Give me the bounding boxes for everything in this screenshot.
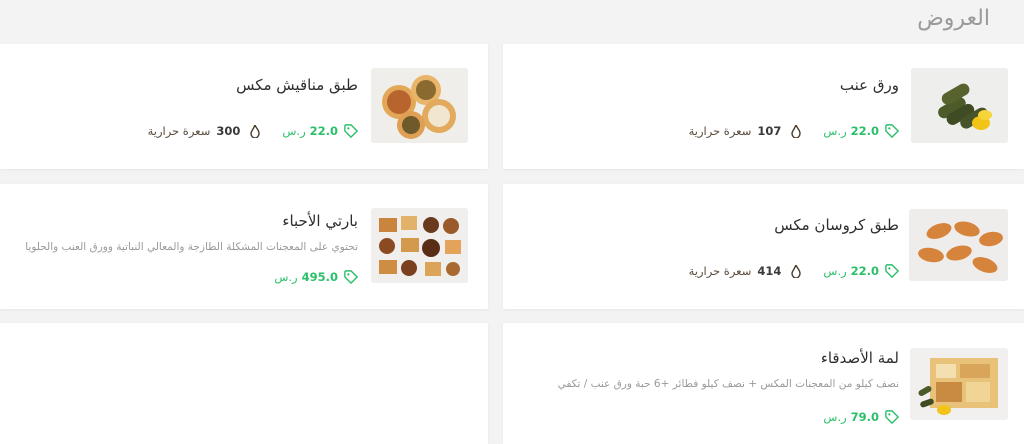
price-currency: ر.س bbox=[282, 124, 306, 138]
offer-name[interactable]: بارتي الأحباء bbox=[282, 212, 358, 230]
price-amount: 22.0 bbox=[850, 124, 879, 138]
offer-description: تحتوي على المعجنات المشكلة الطازجة والمع… bbox=[25, 241, 358, 253]
price: 22.0 ر.س bbox=[823, 124, 899, 138]
price-currency: ر.س bbox=[823, 124, 847, 138]
offer-image[interactable] bbox=[911, 68, 1008, 143]
calories: 414 سعرة حرارية bbox=[689, 264, 802, 278]
offer-card-croissant[interactable]: طبق كروسان مكس 22.0 ر.س 414 سعرة حرارية bbox=[503, 184, 1024, 309]
tag-icon bbox=[885, 410, 899, 424]
calories-value: 107 bbox=[757, 124, 782, 138]
price: 22.0 ر.س bbox=[282, 124, 358, 138]
offer-description-line: نصف كيلو من المعجنات المكس + نصف كيلو فط… bbox=[557, 378, 899, 390]
price-currency: ر.س bbox=[823, 410, 847, 424]
price-amount: 22.0 bbox=[309, 124, 338, 138]
price-currency: ر.س bbox=[274, 270, 298, 284]
tag-icon bbox=[885, 264, 899, 278]
offer-info: طبق كروسان مكس 22.0 ر.س 414 سعرة حرارية bbox=[513, 184, 899, 309]
flame-icon bbox=[791, 264, 802, 278]
tag-icon bbox=[344, 124, 358, 138]
flame-icon bbox=[791, 124, 802, 138]
price: 22.0 ر.س bbox=[823, 264, 899, 278]
tag-icon bbox=[344, 270, 358, 284]
tag-icon bbox=[885, 124, 899, 138]
offer-image[interactable] bbox=[909, 209, 1008, 281]
offer-card-grape-leaves[interactable]: ورق عنب 22.0 ر.س 107 سعرة حرارية bbox=[503, 44, 1024, 169]
offer-info: لمة الأصدقاء نصف كيلو من المعجنات المكس … bbox=[513, 323, 899, 444]
calories-value: 414 bbox=[757, 264, 782, 278]
calories: 300 سعرة حرارية bbox=[148, 124, 261, 138]
price-amount: 22.0 bbox=[850, 264, 879, 278]
offer-description: نصف كيلو من المعجنات المكس + نصف كيلو فط… bbox=[558, 378, 899, 392]
offer-card-empty bbox=[0, 323, 488, 444]
offer-image[interactable] bbox=[910, 348, 1008, 420]
flame-icon bbox=[250, 124, 261, 138]
offer-card-party[interactable]: بارتي الأحباء تحتوي على المعجنات المشكلة… bbox=[0, 184, 488, 309]
offer-card-manakish[interactable]: طبق مناقيش مكس 22.0 ر.س 300 سعرة حرارية bbox=[0, 44, 488, 169]
price-amount: 495.0 bbox=[301, 270, 338, 284]
offer-meta: 22.0 ر.س 414 سعرة حرارية bbox=[689, 264, 899, 278]
price-amount: 79.0 bbox=[850, 410, 879, 424]
offer-name[interactable]: طبق مناقيش مكس bbox=[236, 76, 358, 94]
price-currency: ر.س bbox=[823, 264, 847, 278]
offer-info: ورق عنب 22.0 ر.س 107 سعرة حرارية bbox=[513, 44, 899, 169]
calories-value: 300 bbox=[216, 124, 241, 138]
offer-info: طبق مناقيش مكس 22.0 ر.س 300 سعرة حرارية bbox=[0, 44, 358, 169]
offer-meta: 22.0 ر.س 300 سعرة حرارية bbox=[148, 124, 358, 138]
offer-meta: 79.0 ر.س bbox=[823, 410, 899, 424]
offer-name[interactable]: لمة الأصدقاء bbox=[821, 349, 899, 367]
offer-meta: 495.0 ر.س bbox=[274, 270, 358, 284]
offer-info: بارتي الأحباء تحتوي على المعجنات المشكلة… bbox=[0, 184, 358, 309]
offer-meta: 22.0 ر.س 107 سعرة حرارية bbox=[689, 124, 899, 138]
price: 79.0 ر.س bbox=[823, 410, 899, 424]
offer-name[interactable]: ورق عنب bbox=[840, 76, 899, 94]
calories-unit: سعرة حرارية bbox=[688, 264, 752, 278]
offer-card-friends[interactable]: لمة الأصدقاء نصف كيلو من المعجنات المكس … bbox=[503, 323, 1024, 444]
calories-unit: سعرة حرارية bbox=[688, 124, 752, 138]
price: 495.0 ر.س bbox=[274, 270, 358, 284]
offer-image[interactable] bbox=[371, 68, 468, 143]
section-title: العروض bbox=[917, 6, 990, 31]
calories-unit: سعرة حرارية bbox=[147, 124, 211, 138]
calories: 107 سعرة حرارية bbox=[689, 124, 802, 138]
offer-name[interactable]: طبق كروسان مكس bbox=[774, 216, 899, 234]
